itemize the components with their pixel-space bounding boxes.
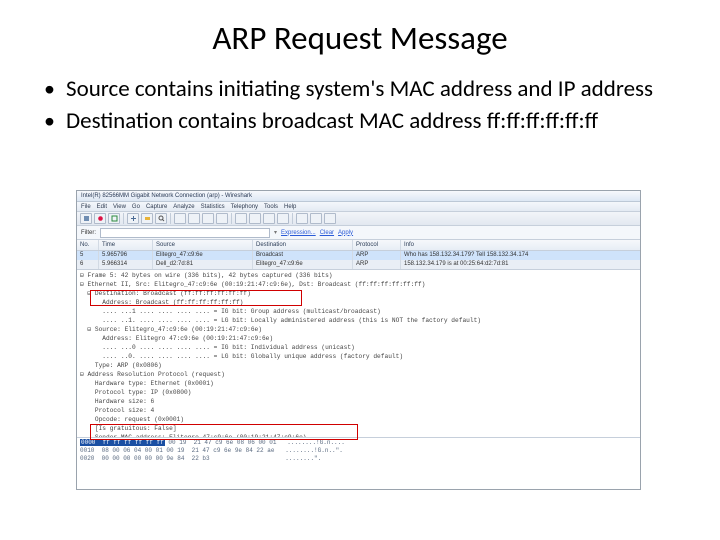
- toolbar-btn-16[interactable]: [310, 213, 322, 224]
- slide-title: ARP Request Message: [36, 18, 684, 58]
- col-protocol[interactable]: Protocol: [353, 240, 401, 250]
- menu-statistics[interactable]: Statistics: [201, 202, 225, 211]
- menu-bar: File Edit View Go Capture Analyze Statis…: [77, 202, 640, 212]
- bullet-1: Source contains initiating system's MAC …: [44, 76, 684, 104]
- filter-bar: Filter: ▾ Expression... Clear Apply: [77, 226, 640, 240]
- toolbar: [77, 212, 640, 226]
- toolbar-separator: [292, 213, 293, 224]
- filter-clear-link[interactable]: Clear: [320, 230, 334, 236]
- toolbar-btn-5[interactable]: [141, 213, 153, 224]
- toolbar-separator: [231, 213, 232, 224]
- cell-time: 5.965796: [99, 251, 153, 260]
- toolbar-btn-9[interactable]: [202, 213, 214, 224]
- cell-proto: ARP: [353, 260, 401, 269]
- menu-file[interactable]: File: [81, 202, 91, 211]
- menu-analyze[interactable]: Analyze: [173, 202, 194, 211]
- bullet-list: Source contains initiating system's MAC …: [44, 76, 684, 135]
- toolbar-btn-14[interactable]: [277, 213, 289, 224]
- toolbar-btn-7[interactable]: [174, 213, 186, 224]
- filter-input[interactable]: [100, 228, 270, 238]
- cell-info: 158.132.34.179 is at 00:25:64:d2:7d:81: [401, 260, 640, 269]
- bullet-2: Destination contains broadcast MAC addre…: [44, 108, 684, 136]
- filter-apply-link[interactable]: Apply: [338, 230, 353, 236]
- cell-no: 5: [77, 251, 99, 260]
- toolbar-btn-10[interactable]: [216, 213, 228, 224]
- toolbar-btn-3[interactable]: [108, 213, 120, 224]
- packet-list-header: No. Time Source Destination Protocol Inf…: [77, 240, 640, 251]
- packet-row[interactable]: 5 5.965796 Elitegro_47:c9:6e Broadcast A…: [77, 251, 640, 260]
- toolbar-btn-15[interactable]: [296, 213, 308, 224]
- toolbar-btn-12[interactable]: [249, 213, 261, 224]
- toolbar-btn-13[interactable]: [263, 213, 275, 224]
- toolbar-btn-17[interactable]: [324, 213, 336, 224]
- cell-info: Who has 158.132.34.179? Tell 158.132.34.…: [401, 251, 640, 260]
- menu-tools[interactable]: Tools: [264, 202, 278, 211]
- col-source[interactable]: Source: [153, 240, 253, 250]
- col-destination[interactable]: Destination: [253, 240, 353, 250]
- toolbar-separator: [123, 213, 124, 224]
- cell-src: Dell_d2:7d:81: [153, 260, 253, 269]
- toolbar-btn-1[interactable]: [80, 213, 92, 224]
- hex-dump[interactable]: 0000 ff ff ff ff ff ff 00 19 21 47 c9 6e…: [77, 437, 640, 461]
- toolbar-btn-2[interactable]: [94, 213, 106, 224]
- window-titlebar: Intel(R) 82566MM Gigabit Network Connect…: [77, 191, 640, 202]
- col-no[interactable]: No.: [77, 240, 99, 250]
- col-info[interactable]: Info: [401, 240, 640, 250]
- toolbar-btn-8[interactable]: [188, 213, 200, 224]
- cell-src: Elitegro_47:c9:6e: [153, 251, 253, 260]
- col-time[interactable]: Time: [99, 240, 153, 250]
- filter-expression-link[interactable]: Expression...: [281, 230, 316, 236]
- toolbar-separator: [170, 213, 171, 224]
- cell-dst: Broadcast: [253, 251, 353, 260]
- filter-label: Filter:: [81, 230, 96, 236]
- cell-no: 6: [77, 260, 99, 269]
- menu-view[interactable]: View: [113, 202, 126, 211]
- cell-dst: Elitegro_47:c9:6e: [253, 260, 353, 269]
- menu-go[interactable]: Go: [132, 202, 140, 211]
- packet-row[interactable]: 6 5.966314 Dell_d2:7d:81 Elitegro_47:c9:…: [77, 260, 640, 269]
- cell-time: 5.966314: [99, 260, 153, 269]
- wireshark-window: Intel(R) 82566MM Gigabit Network Connect…: [76, 190, 641, 490]
- menu-telephony[interactable]: Telephony: [231, 202, 258, 211]
- toolbar-btn-4[interactable]: [127, 213, 139, 224]
- menu-help[interactable]: Help: [284, 202, 296, 211]
- packet-list[interactable]: 5 5.965796 Elitegro_47:c9:6e Broadcast A…: [77, 251, 640, 269]
- packet-details[interactable]: ⊟ Frame 5: 42 bytes on wire (336 bits), …: [77, 269, 640, 437]
- toolbar-btn-6[interactable]: [155, 213, 167, 224]
- cell-proto: ARP: [353, 251, 401, 260]
- menu-edit[interactable]: Edit: [97, 202, 107, 211]
- menu-capture[interactable]: Capture: [146, 202, 167, 211]
- toolbar-btn-11[interactable]: [235, 213, 247, 224]
